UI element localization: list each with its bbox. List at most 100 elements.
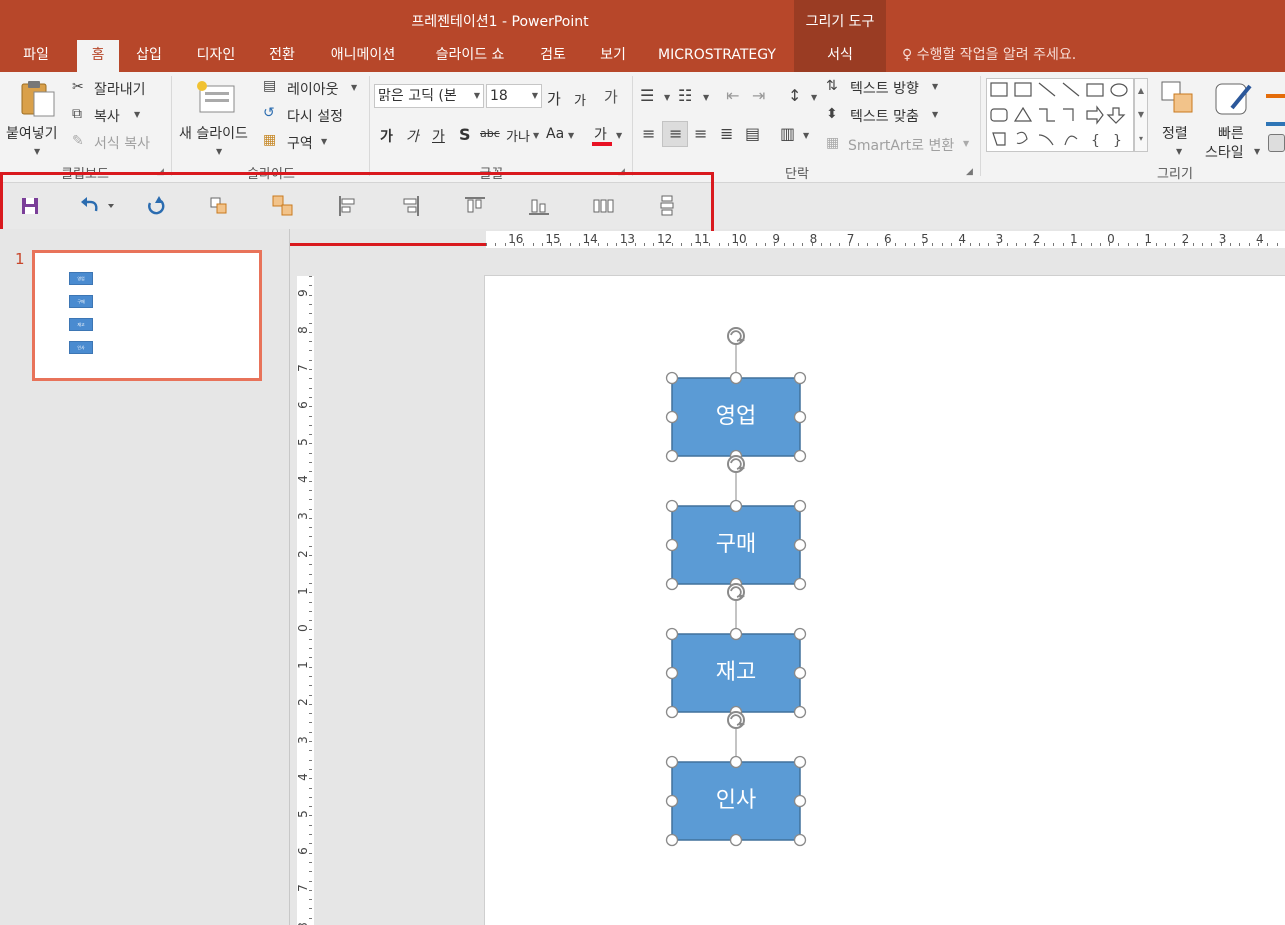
- align-left-text-icon[interactable]: ≡: [642, 126, 655, 142]
- ruler-tick: [1137, 243, 1138, 246]
- copy-icon: ⧉: [72, 106, 82, 122]
- thumb-shape: 영업: [69, 272, 93, 285]
- chevron-up-icon[interactable]: ▲: [1135, 79, 1147, 103]
- tab-format[interactable]: 서식: [794, 40, 886, 72]
- ruler-tick-label: 15: [545, 232, 561, 246]
- align-right-text-icon[interactable]: ≡: [694, 126, 707, 142]
- ruler-tick: [309, 899, 312, 901]
- tab-view[interactable]: 보기: [591, 40, 635, 72]
- brush-icon: ✎: [72, 133, 84, 149]
- ruler-tick: [309, 861, 312, 863]
- tab-home[interactable]: 홈: [77, 40, 119, 72]
- tab-design[interactable]: 디자인: [186, 40, 246, 72]
- arrange-button[interactable]: 정렬 ▼: [1152, 76, 1204, 158]
- chevron-down-icon: ▼: [932, 82, 939, 91]
- ruler-tick: [1257, 243, 1259, 246]
- align-center-text-button[interactable]: ≡: [662, 121, 688, 147]
- ruler-tick: [792, 243, 794, 246]
- tab-transitions[interactable]: 전환: [258, 40, 306, 72]
- chevron-down-icon[interactable]: ▼: [1135, 103, 1147, 127]
- drawing-group-label: 그리기: [1157, 167, 1193, 182]
- shadow-button[interactable]: S: [459, 125, 471, 144]
- tab-insert[interactable]: 삽입: [127, 40, 171, 72]
- ruler-tick-label: 6: [297, 400, 310, 409]
- ruler-tick: [523, 243, 525, 246]
- justify-icon[interactable]: ≣: [720, 126, 733, 142]
- font-color-button[interactable]: 가 ▼: [590, 122, 622, 148]
- ruler-tick: [960, 243, 962, 246]
- slide-thumbnail[interactable]: 영업 구매 재고 인사: [32, 250, 262, 381]
- ruler-tick: [1220, 243, 1222, 246]
- quick-styles-label-2: 스타일: [1205, 145, 1244, 161]
- text-direction-button[interactable]: ⇅ 텍스트 방향 ▼: [826, 77, 946, 99]
- grow-font-button[interactable]: 가: [547, 88, 561, 109]
- bold-button[interactable]: 가: [380, 126, 393, 146]
- ruler-tick: [309, 452, 312, 454]
- shrink-font-button[interactable]: 가: [574, 90, 586, 109]
- ruler-tick: [513, 243, 515, 246]
- dialog-launcher-icon[interactable]: ◢: [966, 167, 973, 177]
- ruler-tick: [309, 620, 312, 622]
- change-case-button[interactable]: Aa: [546, 126, 564, 142]
- cut-button[interactable]: ✂ 잘라내기: [72, 78, 168, 100]
- numbering-icon[interactable]: ☷: [678, 88, 692, 104]
- tab-review[interactable]: 검토: [531, 40, 575, 72]
- paste-button[interactable]: 붙여넣기 ▼: [4, 76, 68, 158]
- ruler-tick: [309, 815, 312, 817]
- copy-button[interactable]: ⧉ 복사 ▼: [72, 105, 168, 127]
- columns-icon[interactable]: ▥: [780, 126, 795, 142]
- ruler-tick: [309, 880, 312, 882]
- section-icon: ▦: [263, 132, 277, 148]
- gallery-scrollbar[interactable]: ▲ ▼ ▾: [1134, 78, 1148, 152]
- font-name-combo[interactable]: 맑은 고딕 (본 ▼: [374, 84, 484, 108]
- chevron-down-icon: ▼: [703, 93, 710, 102]
- italic-button[interactable]: 가: [406, 126, 419, 146]
- tab-microstrategy[interactable]: MICROSTRATEGY: [651, 40, 783, 72]
- chevron-down-icon: ▼: [216, 147, 223, 156]
- shape-outline-icon[interactable]: [1266, 106, 1285, 126]
- shape-fill-icon[interactable]: [1266, 78, 1285, 98]
- quick-styles-button[interactable]: 빠른 스타일 ▼: [1202, 76, 1264, 161]
- reset-button[interactable]: ↺ 다시 설정: [263, 105, 363, 127]
- align-text-label: 텍스트 맞춤: [850, 109, 919, 125]
- line-spacing-icon[interactable]: ↕: [788, 88, 801, 104]
- new-slide-button[interactable]: 새 슬라이드 ▼: [176, 76, 260, 158]
- smartart-button[interactable]: ▦ SmartArt로 변환 ▼: [826, 134, 976, 156]
- strikethrough-button[interactable]: abc: [480, 127, 500, 140]
- slide-canvas[interactable]: 영업 구매 재고 인사: [484, 275, 1285, 925]
- ruler-tick: [541, 243, 543, 246]
- ruler-tick: [765, 243, 766, 246]
- tab-file[interactable]: 파일: [10, 40, 62, 72]
- bullets-icon[interactable]: ☰: [640, 88, 654, 104]
- ruler-tick-label: 7: [297, 363, 310, 372]
- increase-indent-icon[interactable]: ⇥: [752, 88, 765, 104]
- ruler-tick: [699, 243, 701, 246]
- ruler-tick: [820, 243, 822, 246]
- underline-button[interactable]: 가: [432, 126, 445, 146]
- tab-animations[interactable]: 애니메이션: [318, 40, 408, 72]
- ruler-tick-label: 4: [297, 772, 310, 781]
- tell-me-box[interactable]: ♀ 수행할 작업을 알려 주세요.: [902, 40, 1076, 72]
- tab-slideshow[interactable]: 슬라이드 쇼: [422, 40, 518, 72]
- ruler-tick: [532, 243, 534, 246]
- ruler-tick: [653, 243, 655, 246]
- ruler-tick: [309, 517, 312, 519]
- clear-format-button[interactable]: 가: [604, 86, 618, 107]
- decrease-indent-icon[interactable]: ⇤: [726, 88, 739, 104]
- char-spacing-button[interactable]: 가나: [506, 126, 530, 145]
- gallery-more-icon[interactable]: ▾: [1135, 127, 1147, 151]
- ruler-tick-label: 13: [619, 232, 636, 246]
- layout-button[interactable]: ▤ 레이아웃 ▼: [263, 78, 363, 100]
- align-text-button[interactable]: ⬍ 텍스트 맞춤 ▼: [826, 105, 946, 127]
- ruler-tick: [774, 243, 776, 246]
- ruler-tick-label: 9: [297, 289, 310, 298]
- ruler-tick-label: 1: [297, 586, 310, 595]
- ruler-tick: [309, 824, 312, 826]
- shapes-gallery[interactable]: {}: [986, 78, 1134, 152]
- ruler-tick: [309, 731, 312, 733]
- font-size-combo[interactable]: 18 ▼: [486, 84, 542, 108]
- distributed-icon[interactable]: ▤: [745, 126, 760, 142]
- format-painter-button[interactable]: ✎ 서식 복사: [72, 132, 168, 154]
- shape-effects-icon[interactable]: [1268, 134, 1285, 152]
- section-button[interactable]: ▦ 구역 ▼: [263, 132, 363, 154]
